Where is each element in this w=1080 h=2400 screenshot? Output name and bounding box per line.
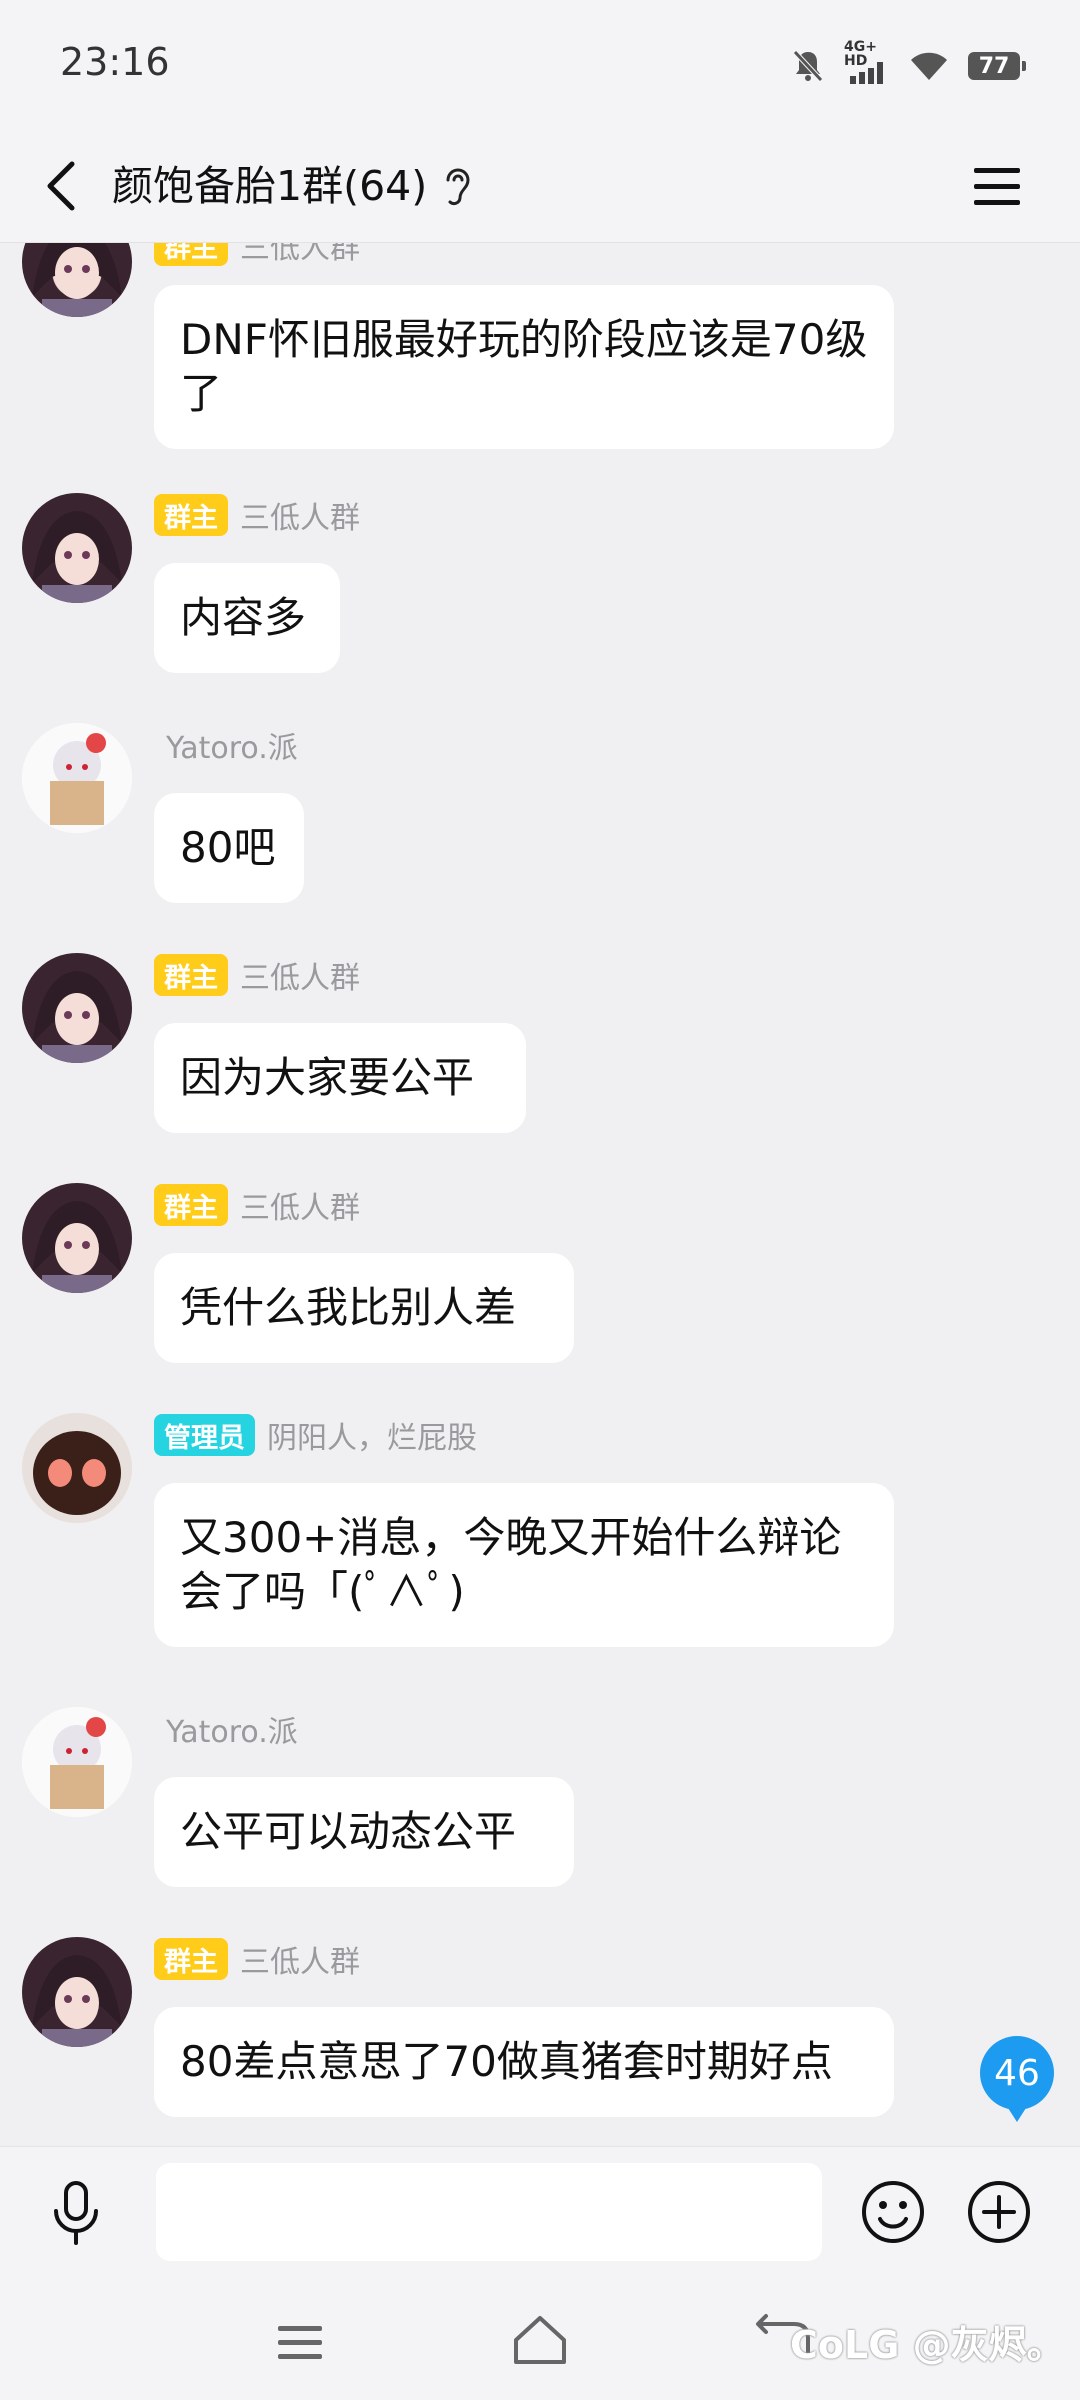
battery-icon: 77 [968, 52, 1026, 80]
role-badge: 群主 [154, 243, 228, 266]
sender-name[interactable]: 三低人群 [240, 493, 360, 537]
sender-name[interactable]: 三低人群 [240, 1937, 360, 1981]
sender-meta: Yatoro.派 [166, 723, 298, 767]
status-icons: 4G+ HD 77 [790, 40, 1026, 88]
avatar-girl-icon [22, 1937, 132, 2047]
status-time: 23:16 [60, 40, 170, 84]
role-badge: 群主 [154, 1938, 228, 1980]
microphone-icon[interactable] [44, 2177, 108, 2249]
message-bubble[interactable]: 内容多 [154, 563, 340, 673]
message-bubble[interactable]: 80吧 [154, 793, 304, 903]
avatar[interactable] [22, 953, 132, 1063]
avatar-chibi-icon [22, 723, 132, 833]
sender-meta: Yatoro.派 [166, 1707, 298, 1751]
signal-bars-icon [850, 62, 883, 84]
avatar[interactable] [22, 1413, 132, 1523]
home-icon[interactable] [508, 2310, 572, 2370]
unread-count-badge[interactable]: 46 [980, 2036, 1054, 2122]
message-bubble[interactable]: DNF怀旧服最好玩的阶段应该是70级了 [154, 285, 894, 449]
avatar[interactable] [22, 1937, 132, 2047]
sender-meta: 群主 三低人群 [154, 243, 360, 267]
sender-meta: 群主 三低人群 [154, 953, 360, 997]
message-input[interactable] [156, 2163, 822, 2261]
back-arrow-icon[interactable] [34, 152, 94, 220]
chat-header: 颜饱备胎1群(64) [0, 130, 1080, 243]
avatar-cartoon-icon [22, 1413, 132, 1523]
sender-name[interactable]: Yatoro.派 [166, 723, 298, 767]
message-bubble[interactable]: 又300+消息，今晚又开始什么辩论会了吗「(ﾟ∧ﾟ) [154, 1483, 894, 1647]
sender-meta: 群主 三低人群 [154, 1183, 360, 1227]
avatar-chibi-icon [22, 1707, 132, 1817]
avatar-girl-icon [32, 243, 122, 317]
avatar[interactable] [22, 1183, 132, 1293]
role-badge: 群主 [154, 954, 228, 996]
ear-icon[interactable] [440, 158, 476, 214]
sender-name[interactable]: 三低人群 [240, 1183, 360, 1227]
sender-name[interactable]: 三低人群 [240, 243, 360, 267]
cell-signal: 4G+ HD [844, 40, 890, 86]
role-badge: 管理员 [154, 1414, 255, 1456]
input-bar [0, 2146, 1080, 2277]
emoji-icon[interactable] [858, 2177, 928, 2247]
sender-name[interactable]: Yatoro.派 [166, 1707, 298, 1751]
role-badge: 群主 [154, 494, 228, 536]
status-bar: 23:16 4G+ HD 77 [0, 0, 1080, 130]
sender-name[interactable]: 三低人群 [240, 953, 360, 997]
message-list[interactable]: 群主 三低人群 DNF怀旧服最好玩的阶段应该是70级了 群主 三低人群 内容多 [0, 243, 1080, 2145]
sender-meta: 管理员 阴阳人，烂屁股 [154, 1413, 477, 1457]
sender-meta: 群主 三低人群 [154, 1937, 360, 1981]
message-bubble[interactable]: 80差点意思了70做真猪套时期好点 [154, 2007, 894, 2117]
message-bubble[interactable]: 因为大家要公平 [154, 1023, 526, 1133]
sender-meta: 群主 三低人群 [154, 493, 360, 537]
plus-circle-icon[interactable] [964, 2177, 1034, 2247]
watermark: CoLG @灰烬。 [790, 2323, 1065, 2367]
avatar[interactable] [22, 1707, 132, 1817]
avatar[interactable] [22, 493, 132, 603]
menu-icon[interactable] [964, 152, 1030, 220]
message-bubble[interactable]: 凭什么我比别人差 [154, 1253, 574, 1363]
sender-name[interactable]: 阴阳人，烂屁股 [267, 1413, 477, 1457]
system-nav-bar: CoLG @灰烬。 [0, 2276, 1080, 2400]
wifi-icon [911, 52, 947, 80]
message-bubble[interactable]: 公平可以动态公平 [154, 1777, 574, 1887]
mute-bell-icon [793, 50, 823, 82]
avatar[interactable] [22, 723, 132, 833]
avatar[interactable] [22, 243, 132, 317]
role-badge: 群主 [154, 1184, 228, 1226]
recent-apps-icon[interactable] [272, 2316, 328, 2368]
avatar-girl-icon [22, 953, 132, 1063]
avatar-girl-icon [22, 493, 132, 603]
group-title[interactable]: 颜饱备胎1群(64) [112, 154, 427, 218]
battery-level: 77 [978, 53, 1010, 79]
avatar-girl-icon [22, 1183, 132, 1293]
